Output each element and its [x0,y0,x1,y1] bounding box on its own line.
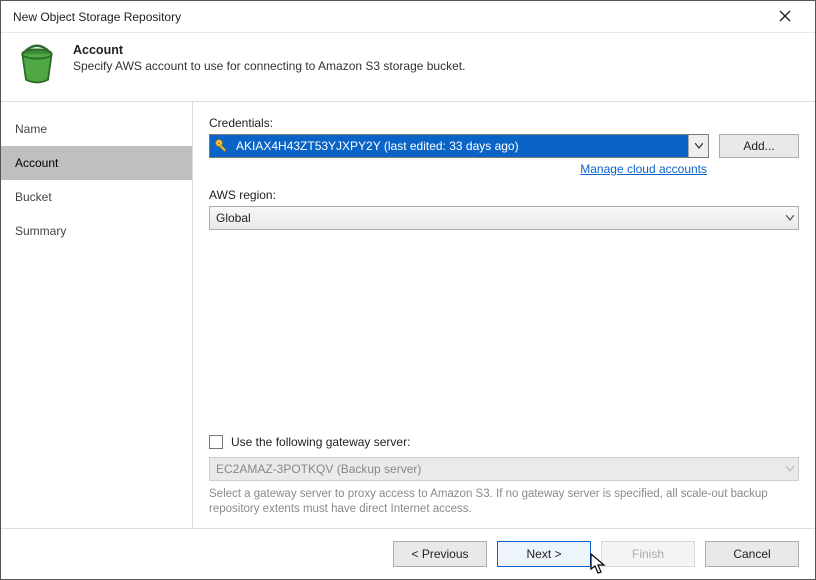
credentials-selected: AKIAX4H43ZT53YJXPY2Y (last edited: 33 da… [236,139,519,153]
next-button[interactable]: Next > [497,541,591,567]
gateway-server-selected: EC2AMAZ-3POTKQV (Backup server) [216,462,421,476]
header-text: Account Specify AWS account to use for c… [73,43,465,73]
gateway-server-select: EC2AMAZ-3POTKQV (Backup server) [209,457,799,481]
titlebar: New Object Storage Repository [1,1,815,33]
gateway-checkbox-label: Use the following gateway server: [231,435,410,449]
step-account[interactable]: Account [1,146,192,180]
previous-button[interactable]: < Previous [393,541,487,567]
bucket-icon [15,43,59,87]
body: Name Account Bucket Summary Credentials:… [1,102,815,528]
close-button[interactable] [765,10,805,24]
chevron-down-icon [786,207,794,229]
region-label: AWS region: [209,188,799,202]
dialog-window: New Object Storage Repository Account Sp… [0,0,816,580]
credentials-label: Credentials: [209,116,799,130]
chevron-down-icon [786,458,794,480]
window-title: New Object Storage Repository [13,10,765,24]
finish-button: Finish [601,541,695,567]
key-icon [214,138,230,154]
gateway-hint: Select a gateway server to proxy access … [209,487,799,518]
steps-sidebar: Name Account Bucket Summary [1,102,193,528]
cancel-button[interactable]: Cancel [705,541,799,567]
step-summary[interactable]: Summary [1,214,192,248]
header: Account Specify AWS account to use for c… [1,33,815,102]
step-name[interactable]: Name [1,112,192,146]
header-title: Account [73,43,465,57]
close-icon [779,10,791,22]
credentials-select[interactable]: AKIAX4H43ZT53YJXPY2Y (last edited: 33 da… [209,134,709,158]
manage-cloud-accounts-link[interactable]: Manage cloud accounts [580,162,707,176]
region-select[interactable]: Global [209,206,799,230]
region-selected: Global [216,211,251,225]
step-bucket[interactable]: Bucket [1,180,192,214]
main-panel: Credentials: AKIAX4H43ZT53YJXPY2Y (last … [193,102,815,528]
chevron-down-icon [688,135,708,157]
gateway-checkbox[interactable] [209,435,223,449]
header-subtitle: Specify AWS account to use for connectin… [73,59,465,73]
footer: < Previous Next > Finish Cancel [1,528,815,579]
add-credentials-button[interactable]: Add... [719,134,799,158]
